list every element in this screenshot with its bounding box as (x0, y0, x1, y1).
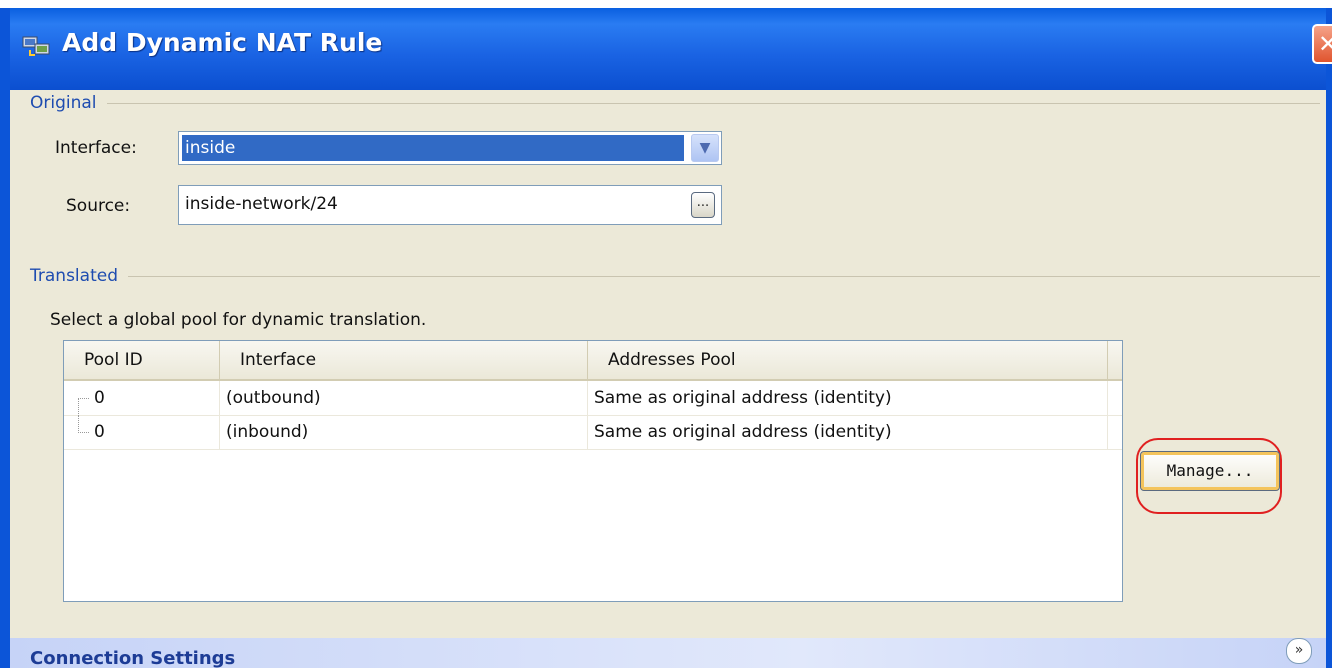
table-row[interactable]: 0 (inbound) Same as original address (id… (64, 415, 1122, 450)
manage-button[interactable]: Manage... (1140, 451, 1280, 491)
window-title: Add Dynamic NAT Rule (62, 28, 383, 57)
translated-group-label: Translated (30, 266, 128, 286)
global-pool-table[interactable]: Pool ID Interface Addresses Pool 0 (outb… (63, 340, 1123, 602)
addresses-pool-cell: Same as original address (identity) (588, 415, 1108, 449)
column-header-addresses-pool[interactable]: Addresses Pool (588, 341, 1108, 379)
chevron-down-icon[interactable]: ▼ (691, 134, 719, 162)
browse-source-button[interactable]: ... (691, 192, 715, 218)
table-row[interactable]: 0 (outbound) Same as original address (i… (64, 381, 1122, 416)
column-header-pool-id[interactable]: Pool ID (64, 341, 220, 379)
tree-connector (78, 415, 89, 433)
table-header: Pool ID Interface Addresses Pool (64, 341, 1122, 381)
interface-selected-value: inside (182, 135, 684, 161)
original-group-line (30, 103, 1320, 104)
addresses-pool-cell: Same as original address (identity) (588, 381, 1108, 415)
dialog-body: Original Interface: inside ▼ Source: ins… (10, 90, 1326, 668)
source-value: inside-network/24 (185, 194, 338, 214)
tree-connector (78, 398, 89, 416)
close-button[interactable]: ✕ (1312, 24, 1332, 64)
pool-instruction: Select a global pool for dynamic transla… (50, 310, 427, 330)
original-group-label: Original (30, 93, 107, 113)
interface-cell: (outbound) (220, 381, 588, 415)
source-field[interactable]: inside-network/24 ... (178, 185, 722, 225)
connection-settings-label: Connection Settings (30, 648, 236, 669)
pool-id-cell: 0 (94, 381, 220, 415)
connection-settings-bar[interactable]: Connection Settings » (10, 638, 1326, 669)
translated-group-line (30, 276, 1320, 277)
interface-label: Interface: (55, 138, 137, 158)
window-border-left (0, 8, 10, 668)
source-label: Source: (66, 196, 131, 216)
interface-cell: (inbound) (220, 415, 588, 449)
double-chevron-down-icon[interactable]: » (1286, 638, 1312, 664)
interface-combobox[interactable]: inside ▼ (178, 131, 722, 165)
column-header-interface[interactable]: Interface (220, 341, 588, 379)
window-border-right (1326, 8, 1332, 668)
nat-rule-app-icon (22, 34, 52, 58)
pool-id-cell: 0 (94, 415, 220, 449)
